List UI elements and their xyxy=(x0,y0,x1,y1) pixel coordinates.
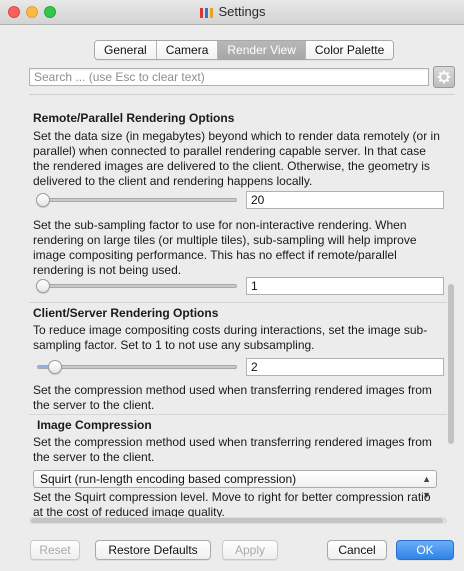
window-title-area: Settings xyxy=(0,4,464,19)
remote-rendering-heading: Remote/Parallel Rendering Options xyxy=(33,111,235,125)
cancel-button[interactable]: Cancel xyxy=(327,540,387,560)
slider-handle[interactable] xyxy=(36,193,50,207)
horizontal-scrollbar-thumb[interactable] xyxy=(31,518,443,523)
ok-button[interactable]: OK xyxy=(396,540,454,560)
title-bar: Settings xyxy=(0,0,464,25)
compression-method-select[interactable]: Squirt (run-length encoding based compre… xyxy=(33,470,437,500)
section-separator xyxy=(29,302,447,303)
remote-data-size-description: Set the data size (in megabytes) beyond … xyxy=(33,129,440,188)
image-compression-description: Set the compression method used when tra… xyxy=(33,435,432,464)
panel-divider xyxy=(29,94,455,95)
client-server-subsample-field[interactable]: 2 xyxy=(246,358,444,376)
image-compression-heading: Image Compression xyxy=(37,418,152,432)
remote-subsampling-description: Set the sub-sampling factor to use for n… xyxy=(33,218,417,277)
reset-button[interactable]: Reset xyxy=(30,540,80,560)
slider-handle[interactable] xyxy=(48,360,62,374)
gear-icon xyxy=(437,70,451,84)
settings-scroll-panel[interactable]: Remote/Parallel Rendering Options Set th… xyxy=(29,94,455,524)
squirt-level-description: Set the Squirt compression level. Move t… xyxy=(33,490,431,519)
tab-camera[interactable]: Camera xyxy=(156,41,219,59)
section-separator xyxy=(29,414,447,415)
remote-subsampling-field[interactable]: 1 xyxy=(246,277,444,295)
remote-data-size-slider[interactable] xyxy=(36,193,237,207)
vertical-scrollbar[interactable] xyxy=(447,94,455,524)
slider-handle[interactable] xyxy=(36,279,50,293)
remote-data-size-field[interactable]: 20 xyxy=(246,191,444,209)
window-title: Settings xyxy=(218,4,266,19)
search-input[interactable] xyxy=(29,68,429,86)
client-server-subsample-slider[interactable] xyxy=(37,360,237,374)
client-server-heading: Client/Server Rendering Options xyxy=(33,306,219,320)
advanced-settings-button[interactable] xyxy=(433,66,455,88)
tab-render-view[interactable]: Render View xyxy=(218,41,306,59)
settings-tab-bar: General Camera Render View Color Palette xyxy=(94,40,395,60)
compression-method-value: Squirt (run-length encoding based compre… xyxy=(40,472,297,486)
remote-subsampling-slider[interactable] xyxy=(36,279,237,293)
paraview-app-icon xyxy=(199,7,213,18)
horizontal-scrollbar[interactable] xyxy=(29,517,447,524)
client-server-subsample-description: To reduce image compositing costs during… xyxy=(33,323,428,352)
client-server-compression-description: Set the compression method used when tra… xyxy=(33,383,432,412)
settings-window: Settings General Camera Render View Colo… xyxy=(0,0,464,571)
tab-color-palette[interactable]: Color Palette xyxy=(305,41,394,59)
restore-defaults-button[interactable]: Restore Defaults xyxy=(95,540,211,560)
tab-general[interactable]: General xyxy=(95,41,157,59)
vertical-scrollbar-thumb[interactable] xyxy=(448,284,454,444)
apply-button[interactable]: Apply xyxy=(222,540,278,560)
